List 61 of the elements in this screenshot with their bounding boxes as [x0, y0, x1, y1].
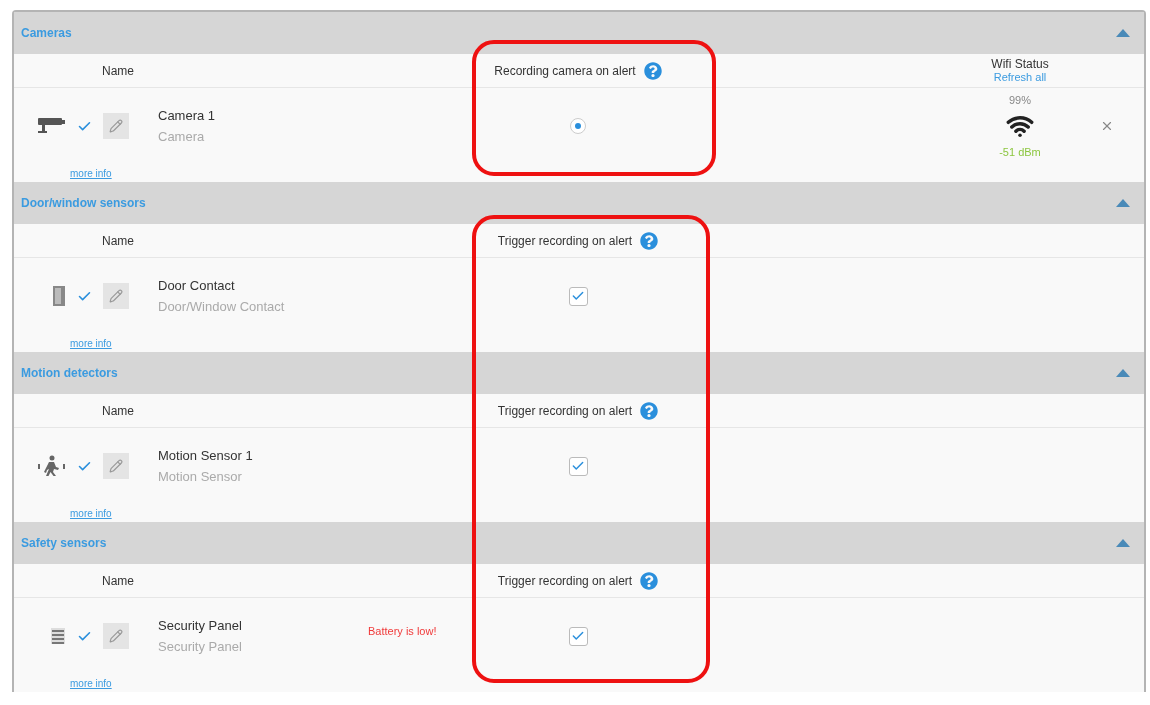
collapse-icon[interactable] [1116, 369, 1130, 377]
section-title: Cameras [21, 26, 72, 40]
more-info-link[interactable]: more info [70, 507, 368, 519]
more-info-link[interactable]: more info [70, 167, 368, 179]
help-icon[interactable] [640, 231, 659, 250]
edit-button[interactable] [103, 113, 129, 139]
device-type: Security Panel [158, 639, 243, 654]
device-name: Door Contact [158, 278, 236, 293]
pencil-icon [109, 459, 123, 473]
device-type: Door/Window Contact [158, 299, 286, 314]
device-name: Security Panel [158, 618, 243, 633]
pencil-icon [109, 629, 123, 643]
device-type: Motion Sensor [158, 469, 243, 484]
section-title: Safety sensors [21, 536, 107, 550]
edit-button[interactable] [103, 453, 129, 479]
column-header: Name [102, 63, 135, 78]
checkmark-icon [571, 629, 585, 643]
radio-button[interactable] [570, 118, 586, 134]
help-icon[interactable] [640, 571, 659, 590]
checkbox[interactable] [568, 626, 588, 646]
checkmark-icon [571, 289, 585, 303]
close-icon [1100, 119, 1114, 133]
pencil-icon [109, 119, 123, 133]
edit-button[interactable] [103, 283, 129, 309]
column-header: Name [102, 233, 135, 248]
checkbox[interactable] [568, 286, 588, 306]
refresh-link[interactable]: Refresh all [993, 71, 1047, 85]
signal-strength: -51 dBm [999, 146, 1041, 158]
section-header[interactable]: Safety sensors [14, 522, 1144, 564]
device-name: Motion Sensor 1 [158, 448, 254, 463]
motion-sensor-icon [36, 455, 66, 477]
section-title: Motion detectors [21, 366, 118, 380]
device-name: Camera 1 [158, 108, 217, 123]
camera-icon [36, 116, 66, 136]
battery-warning: Battery is low! [368, 625, 437, 637]
section-header[interactable]: Door/window sensors [14, 182, 1144, 224]
help-icon[interactable] [643, 61, 662, 80]
device-type: Camera [158, 129, 206, 144]
more-info-link[interactable]: more info [70, 677, 368, 689]
checkbox[interactable] [568, 456, 588, 476]
column-header: Trigger recording on alert [497, 403, 633, 418]
pencil-icon [109, 289, 123, 303]
more-info-link[interactable]: more info [70, 337, 368, 349]
column-header: Name [102, 403, 135, 418]
column-header: Recording camera on alert [494, 63, 636, 78]
section-title: Door/window sensors [21, 196, 146, 210]
column-header: Name [102, 573, 135, 588]
section-header[interactable]: Cameras [14, 12, 1144, 54]
collapse-icon[interactable] [1116, 29, 1130, 37]
column-header: Trigger recording on alert [497, 233, 633, 248]
help-icon[interactable] [640, 401, 659, 420]
door-icon [52, 285, 66, 307]
collapse-icon[interactable] [1116, 539, 1130, 547]
section-header[interactable]: Motion detectors [14, 352, 1144, 394]
panel-icon [50, 627, 66, 645]
checkmark-icon [571, 459, 585, 473]
collapse-icon[interactable] [1116, 199, 1130, 207]
edit-button[interactable] [103, 623, 129, 649]
wifi-percent: 99% [1009, 94, 1031, 106]
column-header: Trigger recording on alert [497, 573, 633, 588]
column-header: Wifi Status [991, 56, 1049, 72]
